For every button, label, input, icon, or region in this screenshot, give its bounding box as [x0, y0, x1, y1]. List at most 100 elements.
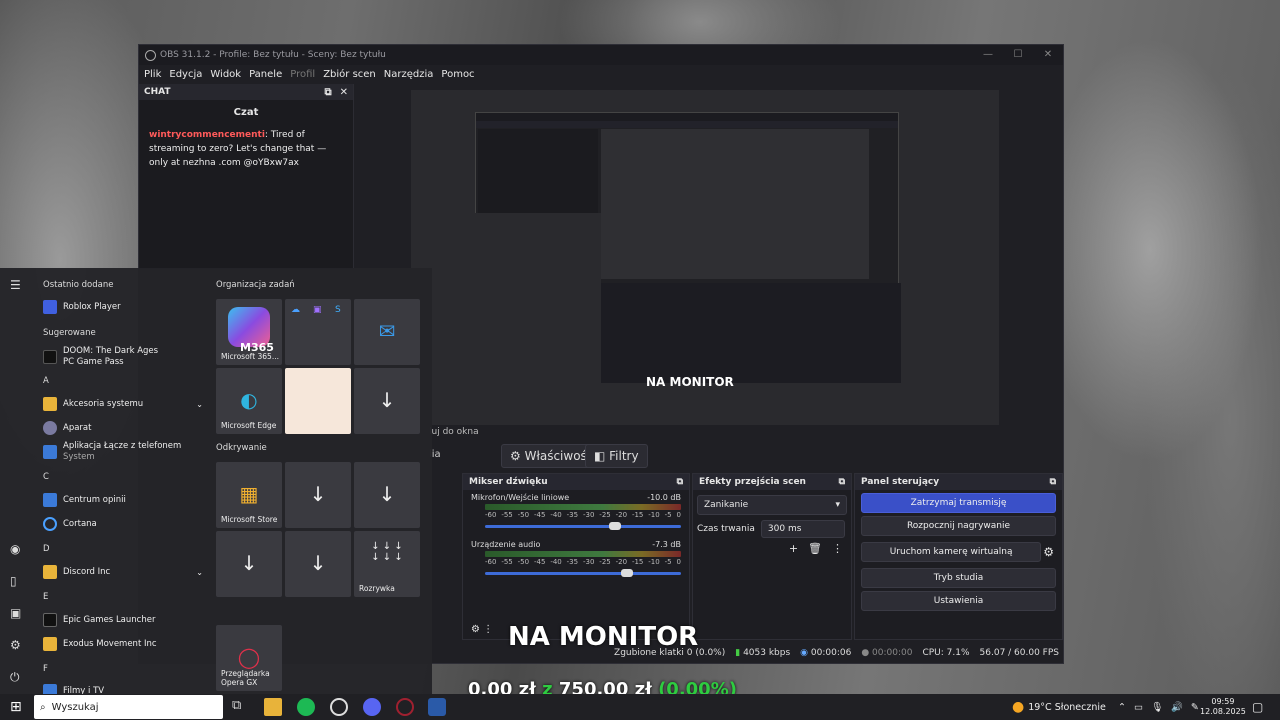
tile-office-apps[interactable]: ☁ ▣ S: [285, 299, 351, 365]
power-icon[interactable]: ⏻: [10, 670, 20, 685]
app-doom[interactable]: DOOM: The Dark Ages PC Game Pass: [43, 346, 203, 368]
slider-handle[interactable]: [609, 522, 621, 530]
duration-input[interactable]: 300 ms: [760, 520, 845, 538]
cpu-usage: CPU: 7.1%: [922, 648, 970, 658]
tiles-area: Organizacja zadań M365 Microsoft 365... …: [215, 268, 425, 694]
recent-header: Ostatnio dodane: [43, 280, 114, 290]
settings-button[interactable]: Ustawienia: [861, 591, 1056, 611]
bitrate: ▮ 4053 kbps: [735, 648, 790, 658]
add-icon[interactable]: +: [789, 542, 798, 555]
app-exodus[interactable]: Exodus Movement Inc: [43, 637, 203, 651]
trash-icon[interactable]: 🗑: [808, 542, 822, 555]
notifications-icon[interactable]: ▢: [1252, 694, 1263, 720]
store-icon: ▦: [239, 482, 259, 506]
letter-c[interactable]: C: [33, 472, 49, 482]
transition-select[interactable]: Zanikanie ▾: [697, 495, 847, 515]
windows-start-icon[interactable]: ⊞: [10, 699, 22, 715]
menu-scene-collection[interactable]: Zbiór scen: [323, 69, 376, 80]
tile-news[interactable]: [285, 368, 351, 434]
slider-handle[interactable]: [621, 569, 633, 577]
title-bar: OBS 31.1.2 - Profile: Bez tytułu - Sceny…: [139, 45, 1063, 65]
weather-widget[interactable]: ● 19°C Słonecznie: [1012, 694, 1106, 720]
camera-icon: [43, 421, 57, 435]
filters-button[interactable]: ◧ Filtry: [585, 444, 648, 468]
obs-taskbar-icon[interactable]: [330, 698, 348, 716]
app-discord[interactable]: Discord Inc ⌄: [43, 565, 203, 579]
app-epic[interactable]: Epic Games Launcher: [43, 613, 203, 627]
more-icon[interactable]: ⋮: [832, 542, 843, 555]
menu-bar: Plik Edycja Widok Panele Profil Zbiór sc…: [139, 65, 1063, 84]
pictures-icon[interactable]: ▣: [10, 606, 21, 620]
tile-download[interactable]: ↓: [285, 462, 351, 528]
maximize-icon[interactable]: ☐: [1003, 45, 1033, 65]
app-phone-link[interactable]: Aplikacja Łącze z telefonem System: [43, 441, 203, 463]
volume-icon[interactable]: 🔊: [1171, 702, 1183, 713]
spotify-icon[interactable]: [297, 698, 315, 716]
settings-icon[interactable]: ⚙: [10, 638, 21, 652]
letter-e[interactable]: E: [33, 592, 48, 602]
app-taskbar-icon[interactable]: [428, 698, 446, 716]
mixer-settings-icon[interactable]: ⚙ ⋮: [471, 624, 493, 635]
stop-streaming-button[interactable]: Zatrzymaj transmisję: [861, 493, 1056, 513]
volume-slider[interactable]: [485, 569, 681, 577]
float-icon[interactable]: ⧉: [839, 477, 845, 487]
close-icon[interactable]: ✕: [1033, 45, 1063, 65]
app-label: Aplikacja Łącze z telefonem: [63, 441, 182, 451]
clock[interactable]: 09:59 12.08.2025: [1200, 694, 1246, 720]
virtual-camera-button[interactable]: Uruchom kamerę wirtualną: [861, 542, 1042, 562]
menu-edit[interactable]: Edycja: [169, 69, 202, 80]
chat-username[interactable]: wintrycommencementi: [149, 130, 265, 140]
volume-slider[interactable]: [485, 522, 681, 530]
app-cortana[interactable]: Cortana: [43, 517, 203, 531]
document-icon[interactable]: ▯: [10, 574, 17, 588]
task-view-icon[interactable]: ⧉: [232, 698, 250, 716]
tile-download[interactable]: ↓: [216, 531, 282, 597]
menu-view[interactable]: Widok: [210, 69, 241, 80]
menu-tools[interactable]: Narzędzia: [384, 69, 434, 80]
gear-icon[interactable]: ⚙: [1043, 545, 1054, 559]
studio-mode-button[interactable]: Tryb studia: [861, 568, 1056, 588]
menu-help[interactable]: Pomoc: [441, 69, 474, 80]
float-icon[interactable]: ⧉: [324, 87, 331, 98]
start-recording-button[interactable]: Rozpocznij nagrywanie: [861, 516, 1056, 536]
taskbar-search[interactable]: ⌕ Wyszukaj: [34, 695, 223, 719]
tile-download[interactable]: ↓: [354, 368, 420, 434]
hamburger-icon[interactable]: ☰: [10, 278, 21, 292]
app-aparat[interactable]: Aparat: [43, 421, 203, 435]
letter-d[interactable]: D: [33, 544, 50, 554]
menu-docks[interactable]: Panele: [249, 69, 282, 80]
float-icon[interactable]: ⧉: [1050, 477, 1056, 487]
tile-store[interactable]: ▦ Microsoft Store: [216, 462, 282, 528]
minimize-icon[interactable]: —: [973, 45, 1003, 65]
microphone-icon[interactable]: 🎙: [1151, 702, 1163, 713]
pen-icon[interactable]: ✎: [1191, 702, 1199, 713]
discord-icon[interactable]: [363, 698, 381, 716]
chevron-up-icon[interactable]: ⌃: [1118, 702, 1126, 713]
download-group-icon: ↓ ↓ ↓ ↓ ↓ ↓: [371, 541, 403, 563]
float-icon[interactable]: ⧉: [677, 477, 683, 487]
chat-heading: Czat: [233, 107, 259, 118]
app-label: Epic Games Launcher: [63, 615, 156, 625]
menu-profile[interactable]: Profil: [290, 69, 315, 80]
stream-preview[interactable]: NA MONITOR: [411, 90, 999, 425]
tile-download[interactable]: ↓: [354, 462, 420, 528]
tile-edge[interactable]: ◐ Microsoft Edge: [216, 368, 282, 434]
app-feedback[interactable]: Centrum opinii: [43, 493, 203, 507]
folder-icon: [43, 637, 57, 651]
opera-gx-icon[interactable]: [396, 698, 414, 716]
file-explorer-icon[interactable]: [264, 698, 282, 716]
menu-file[interactable]: Plik: [144, 69, 161, 80]
tile-opera[interactable]: ◯ Przeglądarka Opera GX: [216, 625, 282, 691]
letter-f[interactable]: F: [33, 664, 48, 674]
network-icon[interactable]: ▭: [1134, 702, 1143, 713]
tile-play[interactable]: ↓ ↓ ↓ ↓ ↓ ↓ Rozrywka: [354, 531, 420, 597]
app-akcesoria[interactable]: Akcesoria systemu ⌄: [43, 397, 203, 411]
tile-outlook[interactable]: ✉: [354, 299, 420, 365]
tile-m365[interactable]: M365 Microsoft 365...: [216, 299, 282, 365]
app-label: Aparat: [63, 423, 92, 433]
tile-download[interactable]: ↓: [285, 531, 351, 597]
close-icon[interactable]: ✕: [340, 87, 348, 98]
letter-a[interactable]: A: [33, 376, 49, 386]
app-roblox[interactable]: Roblox Player: [43, 300, 203, 314]
user-icon[interactable]: ◉: [10, 542, 20, 556]
